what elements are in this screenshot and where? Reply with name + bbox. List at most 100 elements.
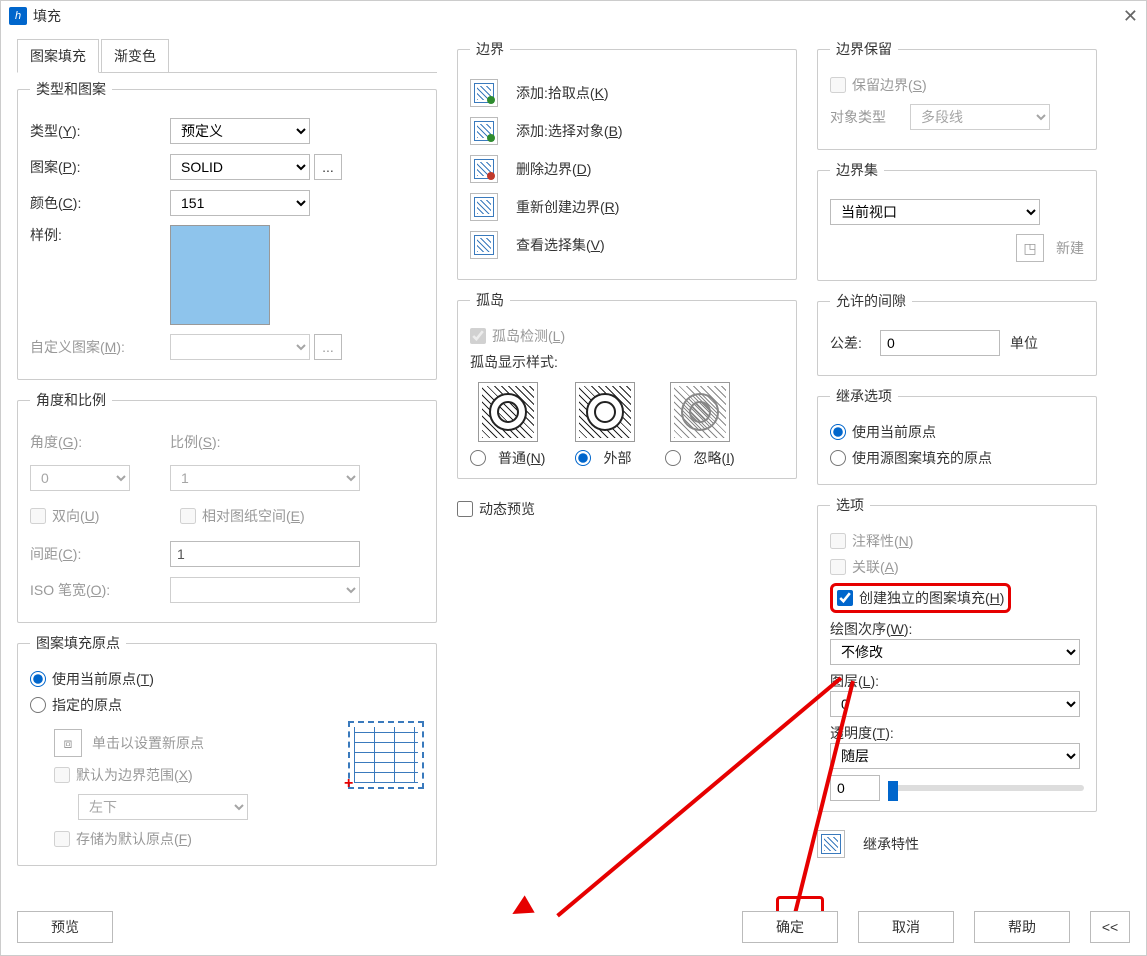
pattern-select[interactable]: SOLID — [170, 154, 310, 180]
select-obj-label: 添加:选择对象(B) — [516, 121, 623, 141]
angle-select: 0 — [30, 465, 130, 491]
cancel-button[interactable]: 取消 — [858, 911, 954, 943]
island-outer-label: 外部 — [603, 448, 631, 468]
draworder-label: 绘图次序(W): — [830, 619, 1084, 639]
click-origin-button: ⧈ — [54, 729, 82, 757]
origin-specified-label: 指定的原点 — [52, 695, 122, 715]
preview-button[interactable]: 预览 — [17, 911, 113, 943]
help-button[interactable]: 帮助 — [974, 911, 1070, 943]
inherit-group: 继承选项 使用当前原点 使用源图案填充的原点 — [817, 386, 1097, 485]
hatch-dialog: h 填充 ✕ 图案填充 渐变色 类型和图案 类型(Y): 预定义 图案(P): … — [0, 0, 1147, 956]
island-legend: 孤岛 — [470, 290, 510, 310]
boundary-group: 边界 添加:拾取点(K) 添加:选择对象(B) 删除边界(D) 重新创建边界(R… — [457, 39, 797, 280]
inherit-props-button[interactable] — [817, 830, 845, 858]
footer: 预览 确定 取消 帮助 << — [17, 911, 1130, 943]
layer-select[interactable]: 0 — [830, 691, 1080, 717]
type-select[interactable]: 预定义 — [170, 118, 310, 144]
type-pattern-group: 类型和图案 类型(Y): 预定义 图案(P): SOLID ... 颜色(C):… — [17, 79, 437, 380]
island-ignore-icon[interactable] — [670, 382, 730, 442]
retain-group: 边界保留 保留边界(S) 对象类型多段线 — [817, 39, 1097, 150]
inherit-current-radio[interactable] — [830, 424, 846, 440]
angle-scale-group: 角度和比例 角度(G): 比例(S): 0 1 双向(U) 相对图纸空间(E) … — [17, 390, 437, 623]
origin-current-label: 使用当前原点(T) — [52, 669, 154, 689]
select-obj-button[interactable] — [470, 117, 498, 145]
dynamic-preview-checkbox[interactable] — [457, 501, 473, 517]
trans-select[interactable]: 随层 — [830, 743, 1080, 769]
inherit-current-label: 使用当前原点 — [852, 422, 936, 442]
island-ignore-label: 忽略(I) — [693, 448, 734, 468]
tab-gradient[interactable]: 渐变色 — [101, 39, 169, 72]
tol-label: 公差: — [830, 333, 880, 353]
scale-label: 比例(S): — [170, 432, 221, 452]
default-boundary-label: 默认为边界范围(X) — [76, 765, 193, 785]
sample-label: 样例: — [30, 225, 170, 245]
bidir-checkbox — [30, 508, 46, 524]
draworder-select[interactable]: 不修改 — [830, 639, 1080, 665]
view-selection-button[interactable] — [470, 231, 498, 259]
close-icon[interactable]: ✕ — [1123, 6, 1138, 27]
gap-group: 允许的间隙 公差:单位 — [817, 291, 1097, 376]
island-normal-icon[interactable] — [478, 382, 538, 442]
default-boundary-checkbox — [54, 767, 70, 783]
app-icon: h — [9, 7, 27, 25]
boundary-set-group: 边界集 当前视口 ◳新建 — [817, 160, 1097, 281]
pattern-browse-button[interactable]: ... — [314, 154, 342, 180]
inherit-source-label: 使用源图案填充的原点 — [852, 448, 992, 468]
trans-slider[interactable] — [888, 785, 1084, 791]
separate-label: 创建独立的图案填充(H) — [859, 588, 1004, 608]
scale-select: 1 — [170, 465, 360, 491]
collapse-button[interactable]: << — [1090, 911, 1130, 943]
tol-input[interactable] — [880, 330, 1000, 356]
trans-num-input[interactable] — [830, 775, 880, 801]
island-outer-radio[interactable] — [575, 450, 591, 466]
pattern-label: 图案(P): — [30, 157, 170, 177]
tabs: 图案填充 渐变色 — [17, 39, 437, 73]
island-normal-radio[interactable] — [470, 450, 486, 466]
iso-label: ISO 笔宽(O): — [30, 580, 170, 600]
iso-select — [170, 577, 360, 603]
sample-swatch[interactable] — [170, 225, 270, 325]
type-label: 类型(Y): — [30, 121, 170, 141]
island-outer-icon[interactable] — [575, 382, 635, 442]
ok-button[interactable]: 确定 — [742, 911, 838, 943]
inherit-source-radio[interactable] — [830, 450, 846, 466]
inherit-legend: 继承选项 — [830, 386, 898, 406]
objtype-select: 多段线 — [910, 104, 1050, 130]
island-detect-label: 孤岛检测(L) — [492, 326, 565, 346]
island-ignore-radio[interactable] — [665, 450, 681, 466]
layer-label: 图层(L): — [830, 671, 1084, 691]
origin-specified-radio[interactable] — [30, 697, 46, 713]
island-group: 孤岛 孤岛检测(L) 孤岛显示样式: 普通(N) 外部 忽略(I) — [457, 290, 797, 479]
rel-paper-label: 相对图纸空间(E) — [202, 506, 305, 526]
assoc-checkbox — [830, 559, 846, 575]
tab-pattern[interactable]: 图案填充 — [17, 39, 99, 73]
boundary-set-select[interactable]: 当前视口 — [830, 199, 1040, 225]
objtype-label: 对象类型 — [830, 107, 910, 127]
retain-checkbox — [830, 77, 846, 93]
click-origin-label: 单击以设置新原点 — [92, 733, 204, 753]
view-selection-label: 查看选择集(V) — [516, 235, 605, 255]
new-set-icon: ◳ — [1016, 234, 1044, 262]
custom-pattern-select — [170, 334, 310, 360]
angle-label: 角度(G): — [30, 432, 170, 452]
origin-legend: 图案填充原点 — [30, 633, 126, 653]
window-title: 填充 — [33, 6, 1123, 26]
remove-boundary-button[interactable] — [470, 155, 498, 183]
tol-unit: 单位 — [1010, 333, 1038, 353]
origin-current-radio[interactable] — [30, 671, 46, 687]
rel-paper-checkbox — [180, 508, 196, 524]
retain-label: 保留边界(S) — [852, 75, 927, 95]
recreate-boundary-label: 重新创建边界(R) — [516, 197, 619, 217]
island-normal-label: 普通(N) — [498, 448, 545, 468]
pick-point-button[interactable] — [470, 79, 498, 107]
bidir-label: 双向(U) — [52, 506, 99, 526]
annotative-checkbox — [830, 533, 846, 549]
island-style-label: 孤岛显示样式: — [470, 352, 784, 372]
color-select[interactable]: 151 — [170, 190, 310, 216]
recreate-boundary-button[interactable] — [470, 193, 498, 221]
annotative-label: 注释性(N) — [852, 531, 913, 551]
separate-checkbox[interactable] — [837, 590, 853, 606]
store-default-checkbox — [54, 831, 70, 847]
separate-highlight: 创建独立的图案填充(H) — [830, 583, 1011, 613]
retain-legend: 边界保留 — [830, 39, 898, 59]
